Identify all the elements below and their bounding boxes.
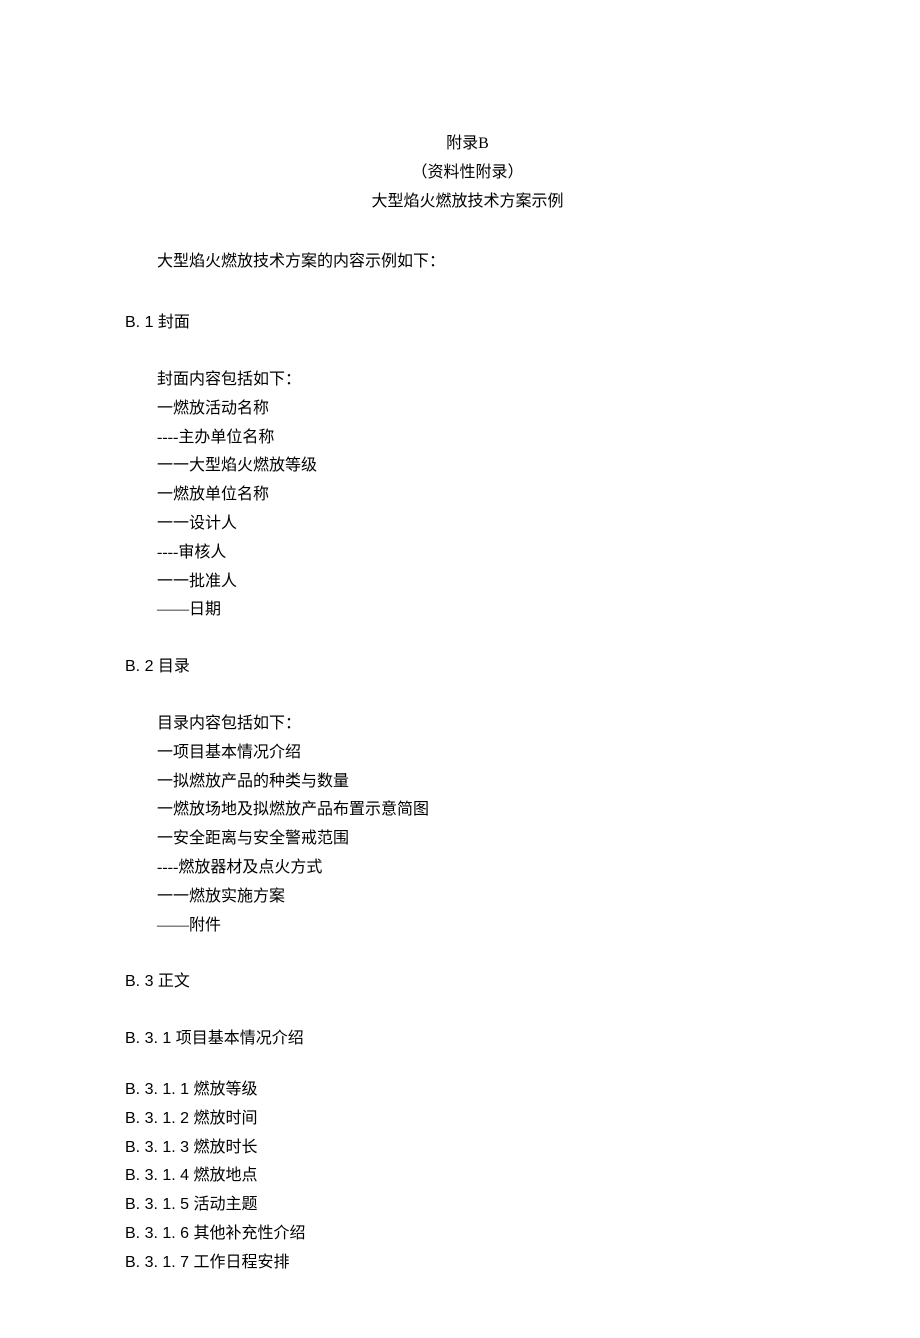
section-title: 封面 [158, 314, 190, 331]
item-number: B. 3. 1. 1 [125, 1081, 193, 1098]
section-title: 目录 [158, 658, 190, 675]
item-number: B. 3. 1. 7 [125, 1254, 193, 1271]
item-title: 燃放时间 [193, 1110, 257, 1127]
list-item: 一一批准人 [125, 568, 810, 597]
item-number: B. 3. 1. 3 [125, 1139, 193, 1156]
item-title: 燃放地点 [193, 1167, 257, 1184]
list-item: ——日期 [125, 596, 810, 625]
list-item: 一安全距离与安全警戒范围 [125, 825, 810, 854]
appendix-subtitle: （资料性附录） [125, 159, 810, 188]
subsection-number: B. 3. 1 [125, 1030, 176, 1047]
item-number: B. 3. 1. 5 [125, 1196, 193, 1213]
section-b1-list: 一燃放活动名称 ----主办单位名称 一一大型焰火燃放等级 一燃放单位名称 一一… [125, 395, 810, 625]
list-item: B. 3. 1. 3 燃放时长 [125, 1134, 810, 1163]
list-item: 一燃放场地及拟燃放产品布置示意简图 [125, 796, 810, 825]
list-item: B. 3. 1. 2 燃放时间 [125, 1105, 810, 1134]
list-item: ----燃放器材及点火方式 [125, 854, 810, 883]
section-number: B. 2 [125, 658, 158, 675]
list-item: 一燃放活动名称 [125, 395, 810, 424]
list-item: 一一大型焰火燃放等级 [125, 452, 810, 481]
list-item: 一燃放单位名称 [125, 481, 810, 510]
subsection-title: 项目基本情况介绍 [176, 1030, 304, 1047]
section-number: B. 1 [125, 314, 158, 331]
list-item: 一拟燃放产品的种类与数量 [125, 768, 810, 797]
list-item: 一一燃放实施方案 [125, 883, 810, 912]
document-title: 大型焰火燃放技术方案示例 [125, 188, 810, 217]
item-title: 燃放等级 [193, 1081, 257, 1098]
list-item: B. 3. 1. 7 工作日程安排 [125, 1249, 810, 1278]
item-title: 其他补充性介绍 [193, 1225, 305, 1242]
item-number: B. 3. 1. 6 [125, 1225, 193, 1242]
list-item: ——附件 [125, 912, 810, 941]
section-b2-list: 一项目基本情况介绍 一拟燃放产品的种类与数量 一燃放场地及拟燃放产品布置示意简图… [125, 739, 810, 941]
section-b1-heading: B. 1 封面 [125, 309, 810, 338]
list-item: B. 3. 1. 5 活动主题 [125, 1191, 810, 1220]
list-item: ----主办单位名称 [125, 424, 810, 453]
item-title: 燃放时长 [193, 1139, 257, 1156]
section-b3-heading: B. 3 正文 [125, 968, 810, 997]
section-title: 正文 [158, 973, 190, 990]
list-item: B. 3. 1. 4 燃放地点 [125, 1162, 810, 1191]
section-b2-lead: 目录内容包括如下： [125, 710, 810, 739]
appendix-label: 附录B [125, 130, 810, 159]
item-title: 活动主题 [193, 1196, 257, 1213]
list-item: B. 3. 1. 6 其他补充性介绍 [125, 1220, 810, 1249]
document-header: 附录B （资料性附录） 大型焰火燃放技术方案示例 [125, 130, 810, 216]
list-item: 一项目基本情况介绍 [125, 739, 810, 768]
list-item: 一一设计人 [125, 510, 810, 539]
section-b3-1-items: B. 3. 1. 1 燃放等级 B. 3. 1. 2 燃放时间 B. 3. 1.… [125, 1076, 810, 1278]
list-item: B. 3. 1. 1 燃放等级 [125, 1076, 810, 1105]
item-title: 工作日程安排 [193, 1254, 289, 1271]
list-item: ----审核人 [125, 539, 810, 568]
section-b1-lead: 封面内容包括如下： [125, 366, 810, 395]
item-number: B. 3. 1. 2 [125, 1110, 193, 1127]
section-b3-1-heading: B. 3. 1 项目基本情况介绍 [125, 1025, 810, 1054]
intro-paragraph: 大型焰火燃放技术方案的内容示例如下： [125, 248, 810, 277]
document-page: 附录B （资料性附录） 大型焰火燃放技术方案示例 大型焰火燃放技术方案的内容示例… [0, 0, 920, 1338]
section-number: B. 3 [125, 973, 158, 990]
item-number: B. 3. 1. 4 [125, 1167, 193, 1184]
section-b2-heading: B. 2 目录 [125, 653, 810, 682]
